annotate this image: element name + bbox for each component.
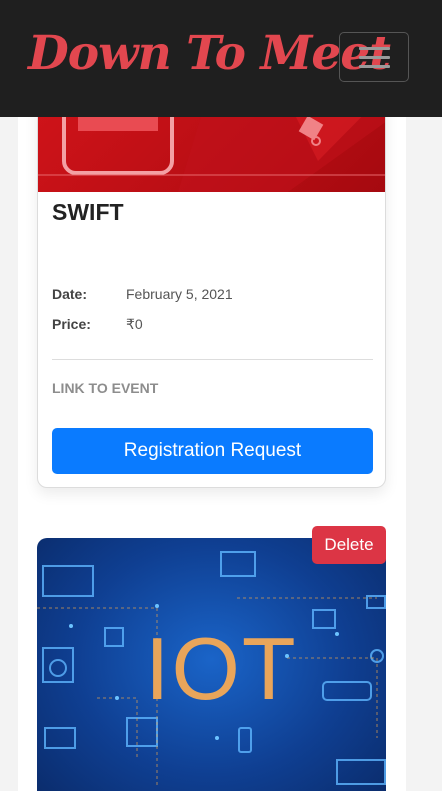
hamburger-line xyxy=(359,56,390,59)
brand-logo[interactable]: Down To Meet xyxy=(28,26,391,81)
price-label: Price: xyxy=(52,316,91,332)
date-value: February 5, 2021 xyxy=(126,286,233,302)
event-title: SWIFT xyxy=(52,199,124,225)
iot-image-text: IOT xyxy=(145,619,298,718)
registration-request-button[interactable]: Registration Request xyxy=(52,428,373,474)
hamburger-line xyxy=(359,47,390,50)
navbar: Down To Meet xyxy=(0,0,442,117)
hamburger-line xyxy=(359,65,390,68)
event-card: IOT xyxy=(37,538,386,791)
event-card: SWIFT Date: February 5, 2021 Price: ₹0 L… xyxy=(37,60,386,488)
date-label: Date: xyxy=(52,286,88,302)
price-value: ₹0 xyxy=(126,316,143,332)
divider xyxy=(52,359,373,360)
hamburger-menu-icon[interactable] xyxy=(339,32,409,82)
delete-button[interactable]: Delete xyxy=(312,526,386,564)
event-link[interactable]: LINK TO EVENT xyxy=(52,380,158,396)
